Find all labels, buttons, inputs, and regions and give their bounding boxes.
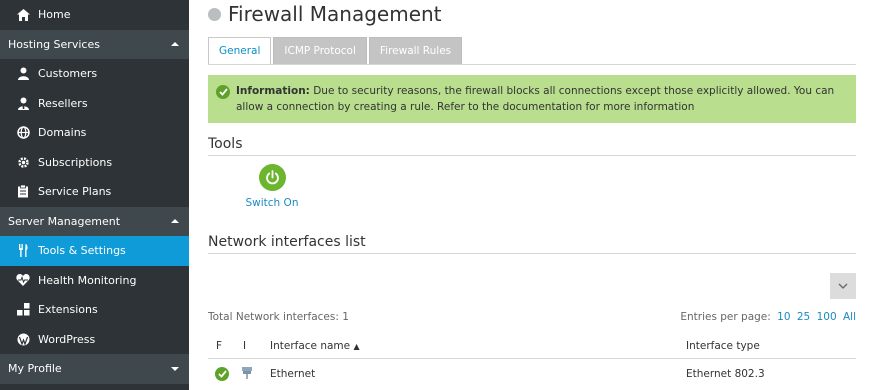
tab-icmp-protocol[interactable]: ICMP Protocol <box>273 37 367 65</box>
main-content: Firewall Management General ICMP Protoco… <box>189 0 869 390</box>
sidebar-item-tools-settings[interactable]: Tools & Settings <box>0 236 189 266</box>
table-cell-interface-name: Ethernet <box>270 368 316 380</box>
sidebar-item-home[interactable]: Home <box>0 0 189 30</box>
sidebar-item-extensions[interactable]: Extensions <box>0 295 189 325</box>
expand-caret-icon <box>171 366 179 371</box>
network-heading: Network interfaces list <box>208 234 366 250</box>
sidebar-item-resellers[interactable]: Resellers <box>0 89 189 119</box>
section-label: My Profile <box>8 362 62 376</box>
section-server-management[interactable]: Server Management <box>0 206 189 236</box>
clipboard-icon <box>16 185 30 199</box>
entries-option-100[interactable]: 100 <box>817 311 837 323</box>
entries-label: Entries per page: <box>680 311 771 323</box>
sidebar-item-service-plans[interactable]: Service Plans <box>0 177 189 207</box>
collapse-caret-icon <box>171 42 179 47</box>
switch-on-label: Switch On <box>245 197 299 209</box>
sidebar-item-customers[interactable]: Customers <box>0 59 189 89</box>
tab-firewall-rules[interactable]: Firewall Rules <box>368 37 463 65</box>
section-hosting-services[interactable]: Hosting Services <box>0 29 189 59</box>
expand-toggle-button[interactable] <box>830 273 856 299</box>
chevron-down-icon <box>838 283 848 289</box>
heart-icon <box>16 273 30 287</box>
entries-per-page: Entries per page: 10 25 100 All <box>680 311 856 323</box>
table-cell-interface-type: Ethernet 802.3 <box>686 368 765 380</box>
sidebar-item-label: Health Monitoring <box>38 273 137 287</box>
page-title-text: Firewall Management <box>228 2 442 26</box>
network-interface-icon <box>241 367 253 379</box>
column-header-interface-name[interactable]: Interface name ▲ <box>270 340 360 352</box>
status-dot-icon <box>208 7 221 21</box>
column-header-label: Interface name <box>270 340 351 352</box>
sidebar-item-label: Resellers <box>38 96 88 110</box>
sort-asc-icon: ▲ <box>353 342 360 351</box>
wordpress-icon <box>16 332 30 346</box>
entries-option-10[interactable]: 10 <box>777 311 790 323</box>
tab-divider <box>208 64 856 65</box>
column-header-i: I <box>243 340 247 352</box>
table-header-divider <box>208 358 856 359</box>
sidebar-item-label: Service Plans <box>38 185 112 199</box>
power-icon <box>258 164 286 191</box>
info-label: Information: <box>236 85 310 97</box>
column-header-f: F <box>216 340 223 352</box>
section-label: Hosting Services <box>8 37 100 51</box>
customer-icon <box>16 67 30 81</box>
check-icon <box>216 85 230 99</box>
entries-option-25[interactable]: 25 <box>797 311 810 323</box>
sidebar-item-label: Extensions <box>38 303 98 317</box>
sidebar-item-wordpress[interactable]: WordPress <box>0 325 189 355</box>
page-title: Firewall Management <box>208 2 442 26</box>
reseller-icon <box>16 96 30 110</box>
globe-icon <box>16 126 30 140</box>
sidebar: Home Hosting Services Customers Reseller… <box>0 0 189 390</box>
sidebar-item-label: Customers <box>38 67 98 81</box>
sidebar-item-label: Domains <box>38 126 87 140</box>
sidebar-item-subscriptions[interactable]: Subscriptions <box>0 148 189 178</box>
sidebar-item-label: Subscriptions <box>38 155 113 169</box>
tools-divider <box>208 155 856 156</box>
switch-on-button[interactable]: Switch On <box>244 164 300 209</box>
column-header-interface-type: Interface type <box>686 340 760 352</box>
sidebar-item-label: Tools & Settings <box>38 244 126 258</box>
total-interfaces: Total Network interfaces: 1 <box>208 311 349 323</box>
network-divider <box>208 253 856 254</box>
collapse-caret-icon <box>171 219 179 224</box>
tab-bar: General ICMP Protocol Firewall Rules <box>208 37 464 65</box>
tab-general[interactable]: General <box>208 37 272 65</box>
gear-icon <box>16 155 30 169</box>
section-label: Server Management <box>8 214 121 228</box>
extensions-icon <box>16 303 30 317</box>
tools-heading: Tools <box>208 136 243 152</box>
sidebar-item-label: Home <box>38 8 71 22</box>
entries-option-all[interactable]: All <box>843 311 856 323</box>
info-message: Information: Due to security reasons, th… <box>208 75 856 123</box>
info-text: Due to security reasons, the firewall bl… <box>236 85 835 113</box>
home-icon <box>16 8 30 22</box>
sidebar-item-health-monitoring[interactable]: Health Monitoring <box>0 266 189 296</box>
sidebar-item-label: WordPress <box>38 332 96 346</box>
tools-icon <box>16 244 30 258</box>
sidebar-item-domains[interactable]: Domains <box>0 118 189 148</box>
section-my-profile[interactable]: My Profile <box>0 354 189 384</box>
enabled-check-icon <box>215 367 229 381</box>
